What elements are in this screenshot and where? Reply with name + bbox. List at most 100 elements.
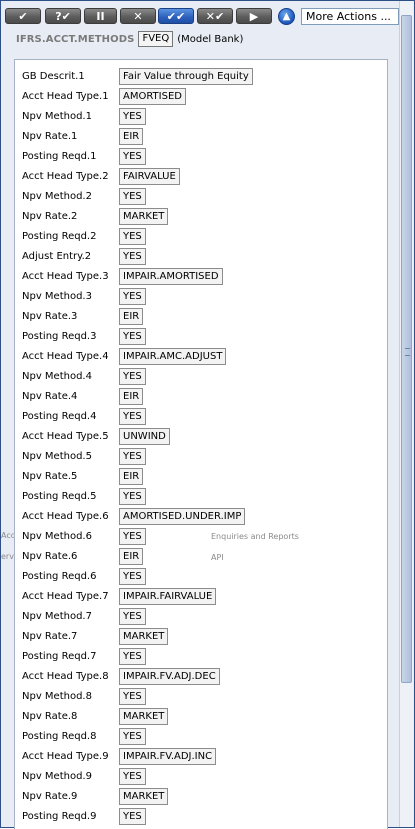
field-value: Fair Value through Equity: [119, 67, 253, 85]
field-label: Acct Head Type.5: [22, 430, 109, 442]
field-value: EIR: [119, 547, 144, 565]
field-row: Posting Reqd.5 YES: [22, 487, 146, 505]
field-value: YES: [119, 687, 146, 705]
delete-button[interactable]: ✕: [120, 8, 156, 24]
field-label: Npv Rate.7: [22, 630, 78, 642]
field-row: Acct Head Type.6 AMORTISED.UNDER.IMP: [22, 507, 246, 525]
field-value: IMPAIR.FV.ADJ.DEC: [119, 667, 220, 685]
field-label: GB Descrit.1: [22, 70, 85, 82]
field-label: Posting Reqd.2: [22, 230, 97, 242]
next-icon: ▶: [249, 9, 259, 23]
more-actions-dropdown[interactable]: More Actions ...: [301, 8, 399, 25]
field-value: IMPAIR.FV.ADJ.INC: [119, 747, 217, 765]
field-row: Posting Reqd.6 YES: [22, 567, 146, 585]
field-label: Acct Head Type.9: [22, 750, 109, 762]
field-row: Posting Reqd.1 YES: [22, 147, 146, 165]
field-value: AMORTISED.UNDER.IMP: [119, 507, 246, 525]
field-value: YES: [119, 487, 146, 505]
field-row: GB Descrit.1 Fair Value through Equity: [22, 67, 253, 85]
validate-icon: ?✔: [55, 9, 71, 23]
field-value: EIR: [119, 307, 144, 325]
reverse-icon: ✕✔: [205, 9, 225, 23]
field-row: Adjust Entry.2 YES: [22, 247, 146, 265]
field-value: MARKET: [119, 787, 169, 805]
field-label: Posting Reqd.1: [22, 150, 97, 162]
field-value: FAIRVALUE: [119, 167, 180, 185]
background-menu-text: Enquiries and Reports: [211, 532, 299, 541]
field-label: Npv Method.3: [22, 290, 92, 302]
field-row: Acct Head Type.3 IMPAIR.AMORTISED: [22, 267, 223, 285]
field-label: Acct Head Type.2: [22, 170, 109, 182]
field-row: Npv Rate.8 MARKET: [22, 707, 169, 725]
field-label: Npv Rate.1: [22, 130, 78, 142]
field-label: Npv Rate.5: [22, 470, 78, 482]
field-label: Acct Head Type.8: [22, 670, 109, 682]
field-row: Acct Head Type.1 AMORTISED: [22, 87, 186, 105]
field-row: Npv Rate.4 EIR: [22, 387, 144, 405]
field-label: Acct Head Type.3: [22, 270, 109, 282]
record-description: (Model Bank): [177, 33, 244, 45]
field-label: Npv Method.1: [22, 110, 92, 122]
field-row: Npv Method.3 YES: [22, 287, 146, 305]
commit-button[interactable]: ✔: [5, 8, 41, 24]
field-row: Npv Rate.3 EIR: [22, 307, 144, 325]
record-panel: Enquiries and Reports API GB Descrit.1 Fa…: [14, 59, 388, 829]
field-label: Npv Rate.6: [22, 550, 78, 562]
field-row: Npv Rate.6 EIR: [22, 547, 144, 565]
field-row: Npv Rate.2 MARKET: [22, 207, 169, 225]
field-value: IMPAIR.AMORTISED: [119, 267, 223, 285]
field-value: YES: [119, 727, 146, 745]
field-value: YES: [119, 527, 146, 545]
field-row: Posting Reqd.2 YES: [22, 227, 146, 245]
field-label: Npv Method.7: [22, 610, 92, 622]
field-row: Acct Head Type.9 IMPAIR.FV.ADJ.INC: [22, 747, 217, 765]
delete-icon: ✕: [133, 9, 143, 23]
field-row: Npv Method.5 YES: [22, 447, 146, 465]
field-value: YES: [119, 287, 146, 305]
field-value: UNWIND: [119, 427, 170, 445]
field-value: EIR: [119, 387, 144, 405]
field-label: Adjust Entry.2: [22, 250, 92, 262]
field-value: YES: [119, 567, 146, 585]
reverse-button[interactable]: ✕✔: [197, 8, 233, 24]
toolbar: ✔ ?✔ II ✕ ✔✔ ✕✔ ▶ ▲ More Actions ...: [5, 7, 401, 27]
field-label: Npv Rate.9: [22, 790, 78, 802]
field-row: Acct Head Type.5 UNWIND: [22, 427, 170, 445]
field-row: Acct Head Type.8 IMPAIR.FV.ADJ.DEC: [22, 667, 220, 685]
field-label: Npv Rate.8: [22, 710, 78, 722]
next-button[interactable]: ▶: [236, 8, 272, 24]
validate-button[interactable]: ?✔: [45, 8, 81, 24]
field-label: Npv Method.9: [22, 770, 92, 782]
field-row: Npv Method.8 YES: [22, 687, 146, 705]
field-value: IMPAIR.FAIRVALUE: [119, 587, 217, 605]
field-value: YES: [119, 807, 146, 825]
scrollbar-thumb[interactable]: [401, 15, 412, 683]
authorise-button[interactable]: ✔✔: [158, 8, 194, 24]
field-value: YES: [119, 147, 146, 165]
grip-icon: [405, 348, 410, 356]
field-label: Posting Reqd.8: [22, 730, 97, 742]
field-row: Acct Head Type.2 FAIRVALUE: [22, 167, 180, 185]
field-row: Posting Reqd.9 YES: [22, 807, 146, 825]
field-label: Posting Reqd.9: [22, 810, 97, 822]
field-label: Npv Rate.3: [22, 310, 78, 322]
field-label: Acct Head Type.1: [22, 90, 109, 102]
field-row: Posting Reqd.7 YES: [22, 647, 146, 665]
vertical-scrollbar[interactable]: [399, 1, 413, 827]
field-row: Npv Rate.5 EIR: [22, 467, 144, 485]
field-label: Posting Reqd.3: [22, 330, 97, 342]
field-value: YES: [119, 327, 146, 345]
application-name: IFRS.ACCT.METHODS: [16, 33, 135, 45]
field-row: Posting Reqd.4 YES: [22, 407, 146, 425]
contract-window: ✔ ?✔ II ✕ ✔✔ ✕✔ ▶ ▲ More Actions ... IFR…: [0, 0, 415, 829]
field-value: YES: [119, 107, 146, 125]
field-value: EIR: [119, 127, 144, 145]
hold-button[interactable]: II: [84, 8, 117, 24]
field-row: Acct Head Type.7 IMPAIR.FAIRVALUE: [22, 587, 217, 605]
field-row: Npv Rate.7 MARKET: [22, 627, 169, 645]
field-label: Npv Method.2: [22, 190, 92, 202]
field-value: YES: [119, 647, 146, 665]
field-row: Posting Reqd.3 YES: [22, 327, 146, 345]
field-value: YES: [119, 767, 146, 785]
up-arrow-icon[interactable]: ▲: [278, 8, 295, 25]
